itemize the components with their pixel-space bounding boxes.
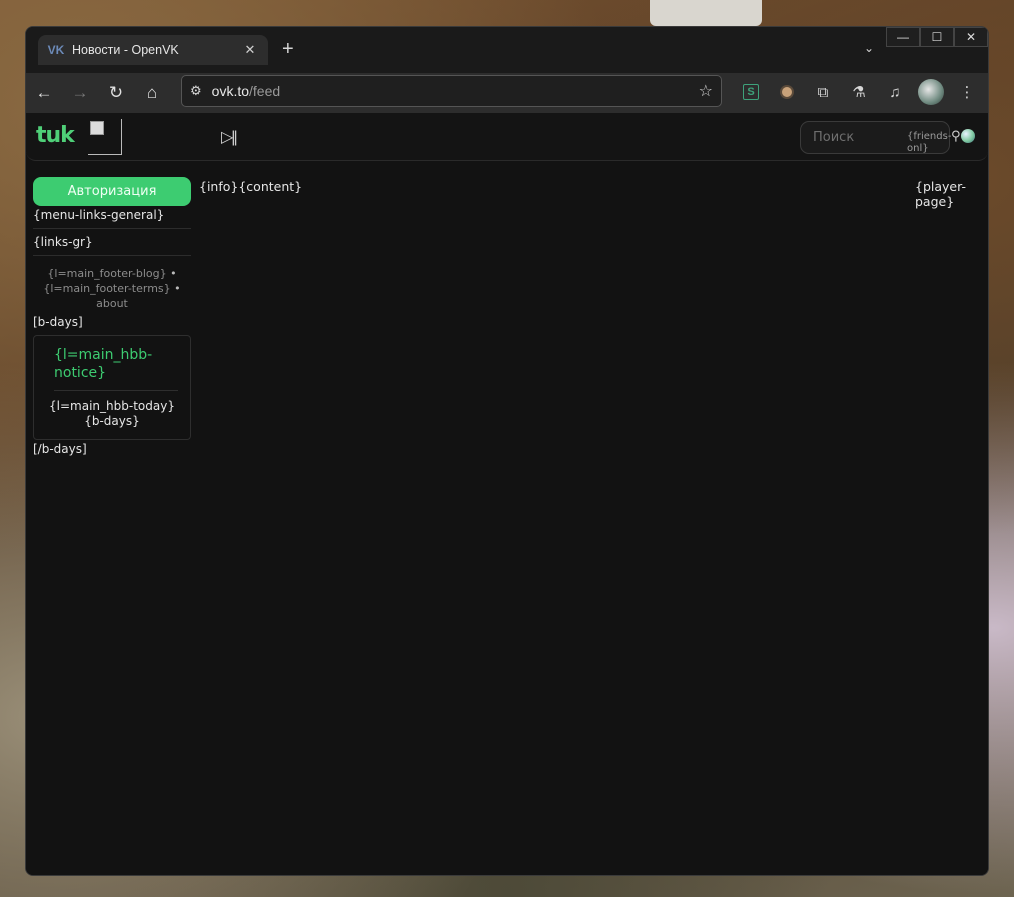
extensions-area: S ⧉ ⚗ ♫ ⋮ xyxy=(736,77,982,107)
wallpaper-card xyxy=(650,0,762,26)
divider xyxy=(33,228,191,229)
login-button[interactable]: Авторизация xyxy=(33,177,191,206)
home-button[interactable]: ⌂ xyxy=(134,78,170,108)
links-group: {links-gr} xyxy=(33,235,93,249)
sidebar: Авторизация {menu-links-general} {links-… xyxy=(33,177,191,456)
back-button[interactable]: ← xyxy=(26,78,62,108)
play-pause-icon[interactable]: ▷|| xyxy=(221,127,238,147)
minimize-button[interactable]: — xyxy=(886,27,920,47)
address-bar[interactable]: ⚙ ovk.to/feed ☆ xyxy=(181,75,722,107)
user-icon: ⚲ xyxy=(951,128,961,143)
reload-button[interactable]: ↻ xyxy=(98,78,134,108)
player-page: {player-page} xyxy=(915,179,966,209)
tab-openvk[interactable]: VK Новости - OpenVK ✕ xyxy=(38,35,268,65)
media-queue-icon: ♫ xyxy=(889,83,901,101)
extensions-button[interactable]: ⧉ xyxy=(808,77,838,107)
footer-blog-link[interactable]: {l=main_footer-blog} xyxy=(47,267,166,280)
url-host: ovk.to xyxy=(211,83,250,99)
tab-title: Новости - OpenVK xyxy=(72,43,179,57)
chevron-down-icon[interactable]: ⌄ xyxy=(864,41,874,55)
divider xyxy=(33,255,191,256)
globe-icon xyxy=(960,129,975,143)
friends-online-label: {friends-onl} xyxy=(907,131,952,154)
window-controls: — ☐ ✕ xyxy=(886,27,988,47)
browser-window: VK Новости - OpenVK ✕ + ⌄ — ☐ ✕ ← → ↻ ⌂ … xyxy=(25,26,989,876)
site-settings-icon[interactable]: ⚙ xyxy=(190,83,202,99)
owl-extension-icon xyxy=(780,85,794,99)
url-path: /feed xyxy=(249,83,281,99)
close-window-button[interactable]: ✕ xyxy=(954,27,988,47)
divider xyxy=(54,390,178,391)
footer-terms-link[interactable]: {l=main_footer-terms} xyxy=(43,282,170,295)
birthdays-today: {l=main_hbb-today} {b-days} xyxy=(46,399,178,429)
web-page: tuk ▷|| {friends-onl} ⚲ Авторизация {men… xyxy=(26,113,988,875)
birthdays-today-label: {l=main_hbb-today} xyxy=(49,399,175,413)
browser-toolbar: ← → ↻ ⌂ ⚙ ovk.to/feed ☆ S ⧉ ⚗ ♫ ⋮ xyxy=(26,73,988,113)
avatar xyxy=(918,79,944,105)
main-content: {info}{content} xyxy=(199,179,303,194)
menu-links-general: {menu-links-general} xyxy=(33,208,165,222)
browser-menu-button[interactable]: ⋮ xyxy=(952,77,982,107)
media-control-button[interactable]: ♫ xyxy=(880,77,910,107)
tab-strip: VK Новости - OpenVK ✕ + ⌄ — ☐ ✕ xyxy=(26,27,988,73)
profile-button[interactable] xyxy=(916,77,946,107)
flask-icon: ⚗ xyxy=(852,84,866,101)
site-header: tuk ▷|| {friends-onl} ⚲ xyxy=(26,113,988,161)
birthdays-box: {l=main_hbb-notice} {l=main_hbb-today} {… xyxy=(33,335,191,440)
labs-button[interactable]: ⚗ xyxy=(844,77,874,107)
bdays-open-tag: [b-days] xyxy=(33,315,83,329)
forward-button[interactable]: → xyxy=(62,78,98,108)
s-extension-icon: S xyxy=(743,84,759,100)
puzzle-icon: ⧉ xyxy=(817,83,829,101)
bookmark-star-icon[interactable]: ☆ xyxy=(699,81,713,101)
birthdays-notice: {l=main_hbb-notice} xyxy=(54,347,153,381)
separator-dot: • xyxy=(174,282,181,295)
close-icon[interactable]: ✕ xyxy=(242,42,258,58)
separator-dot: • xyxy=(170,267,177,280)
url-text[interactable]: ovk.to/feed xyxy=(212,83,689,99)
footer-about-link[interactable]: about xyxy=(96,297,128,310)
site-logo[interactable]: tuk xyxy=(36,123,75,148)
maximize-button[interactable]: ☐ xyxy=(920,27,954,47)
broken-image-icon xyxy=(88,119,122,155)
kebab-menu-icon: ⋮ xyxy=(959,84,975,101)
extension-s-button[interactable]: S xyxy=(736,77,766,107)
bdays-close-tag: [/b-days] xyxy=(33,442,87,456)
footer-links: {l=main_footer-blog} • {l=main_footer-te… xyxy=(33,262,191,315)
user-area[interactable]: ⚲ xyxy=(951,128,975,144)
vk-icon: VK xyxy=(47,43,65,57)
new-tab-button[interactable]: + xyxy=(282,39,294,59)
birthdays-today-value: {b-days} xyxy=(84,414,140,428)
extension-owl-button[interactable] xyxy=(772,77,802,107)
